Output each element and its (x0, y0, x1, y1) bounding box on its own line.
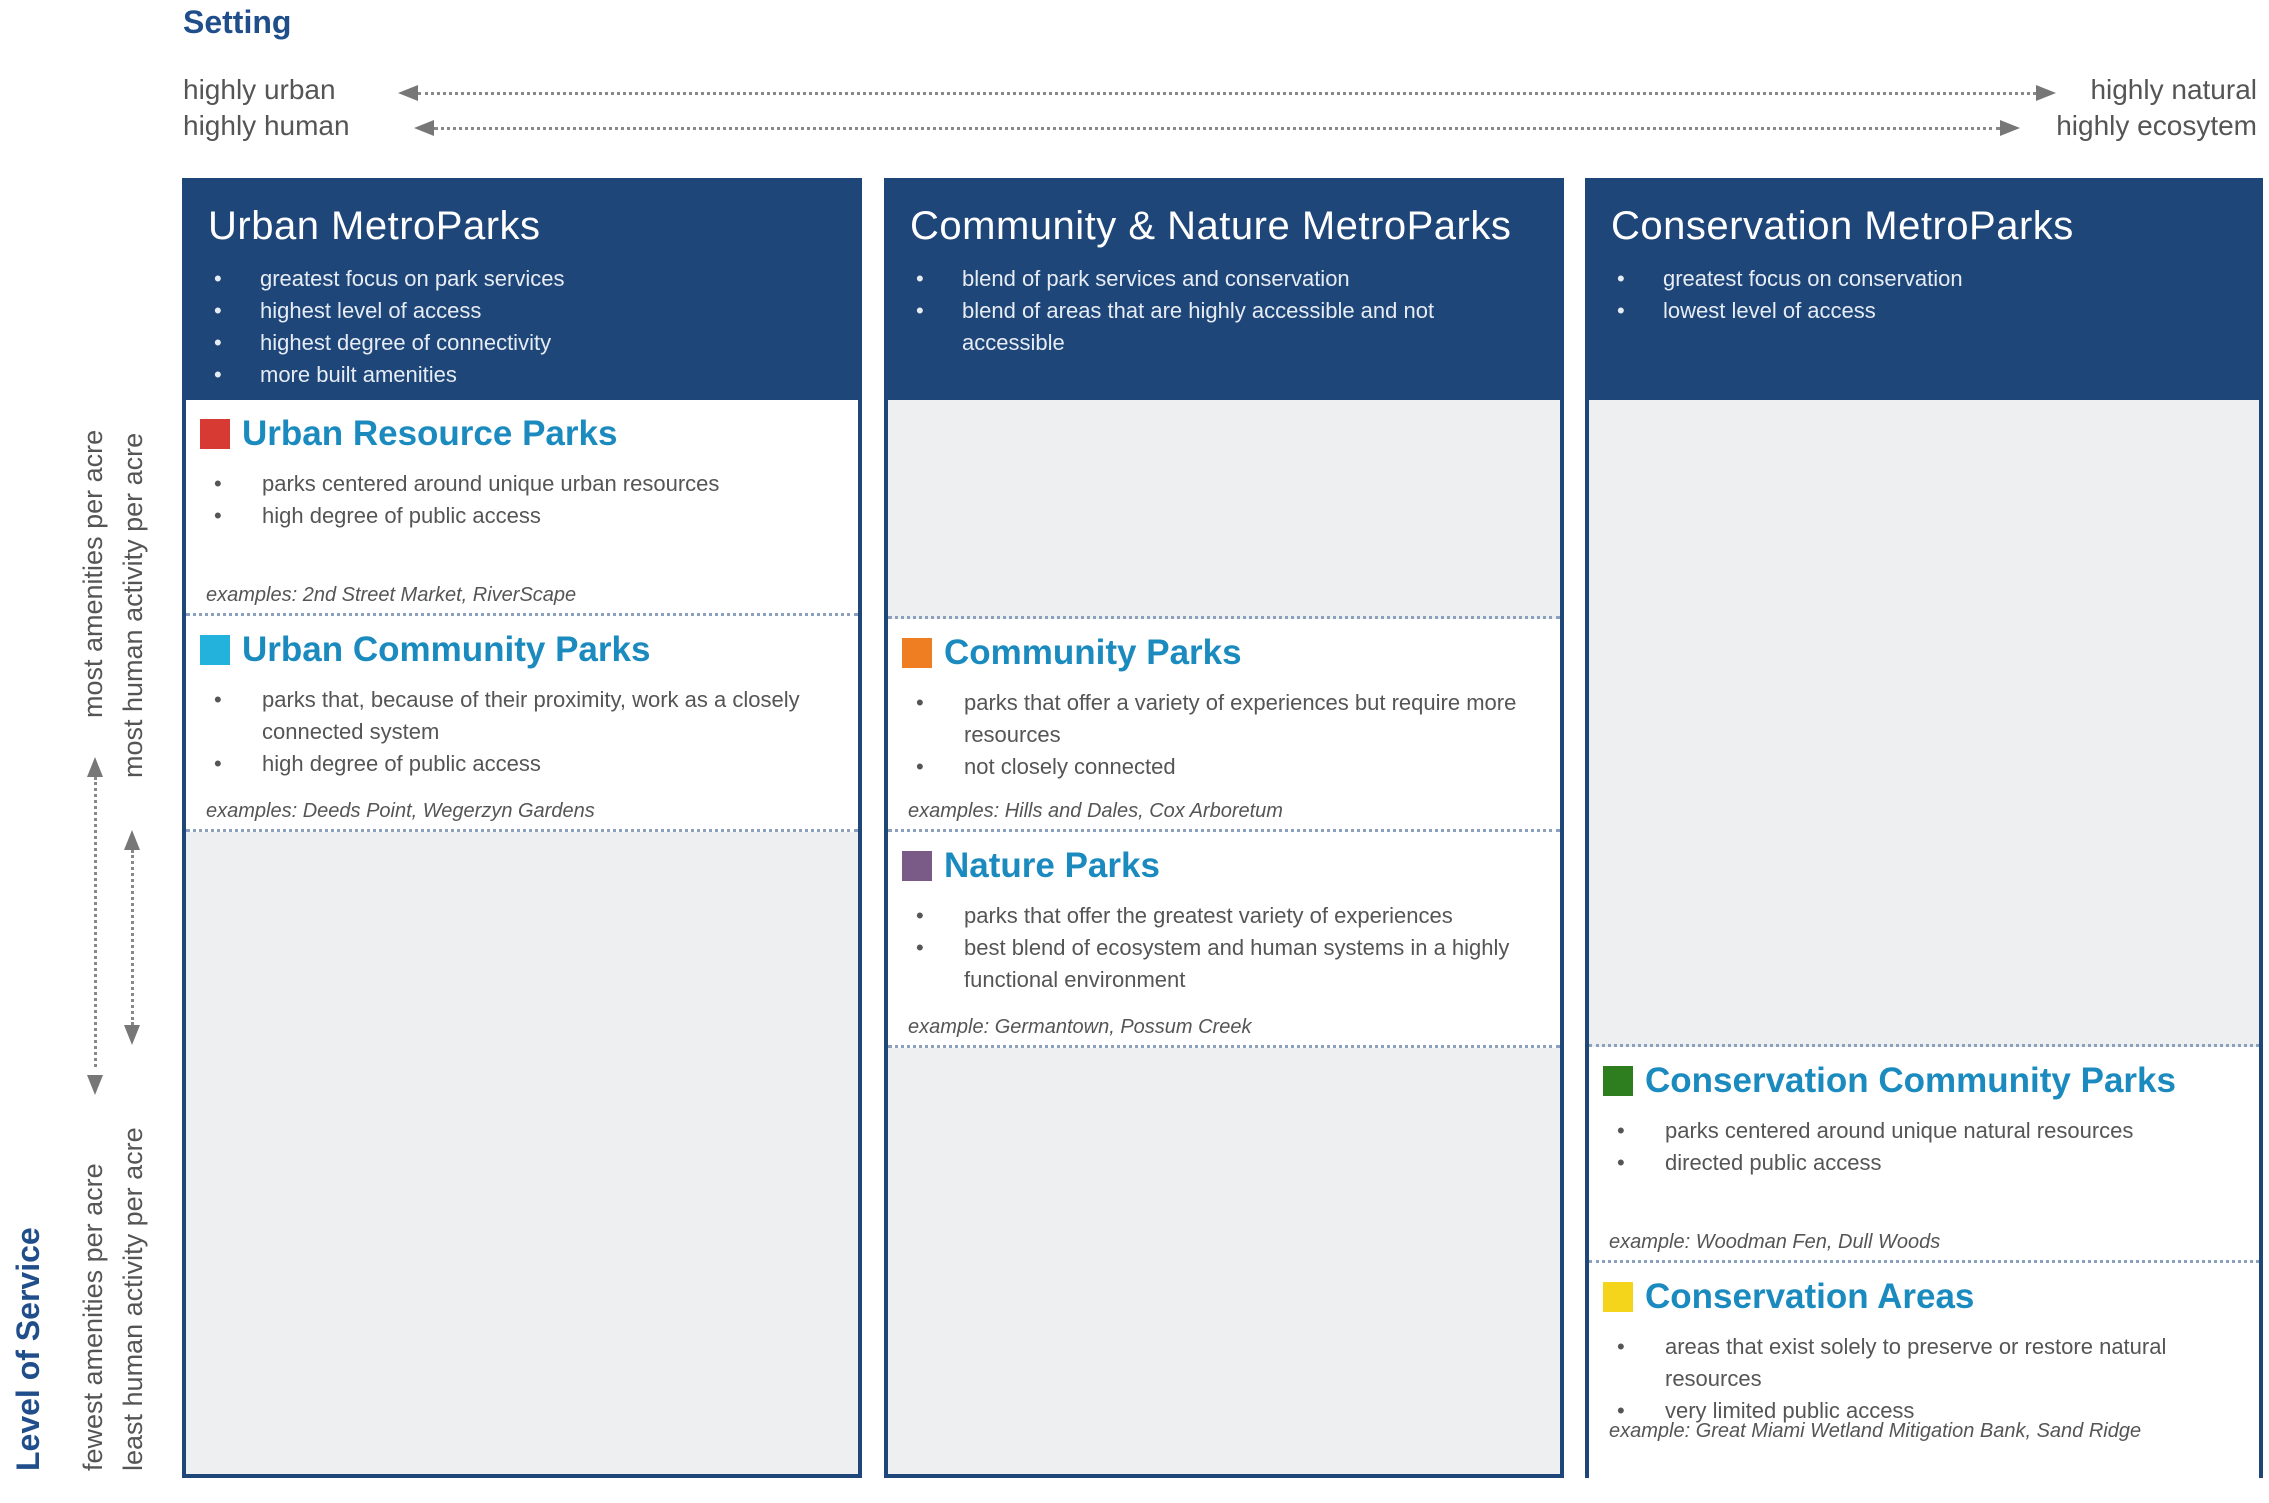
empty-cell (888, 400, 1560, 616)
card-urban-resource-parks: Urban Resource Parks parks centered arou… (186, 400, 858, 616)
card-bullet: not closely connected (902, 751, 1536, 783)
column-bullet: lowest level of access (1611, 295, 2259, 327)
card-example: example: Great Miami Wetland Mitigation … (1609, 1420, 2142, 1442)
column-bullets: greatest focus on conservation lowest le… (1611, 263, 2259, 327)
card-example: examples: 2nd Street Market, RiverScape (206, 584, 577, 606)
card-urban-community-parks: Urban Community Parks parks that, becaus… (186, 616, 858, 832)
card-title: Community Parks (944, 633, 1242, 672)
setting-arrow-left-1 (398, 85, 418, 101)
card-bullet: parks that offer a variety of experience… (902, 687, 1536, 751)
card-bullet: parks centered around unique urban resou… (200, 468, 844, 500)
card-title: Conservation Community Parks (1645, 1061, 2176, 1100)
setting-arrow-right-1 (2036, 85, 2056, 101)
card-title: Nature Parks (944, 846, 1160, 885)
card-bullet: areas that exist solely to preserve or r… (1603, 1331, 2205, 1395)
setting-arrow-right-2 (2000, 120, 2020, 136)
setting-left-label-2: highly human (183, 110, 350, 141)
column-community-nature-metroparks: Community & Nature MetroParks blend of p… (884, 178, 1564, 1478)
card-bullet: parks that offer the greatest variety of… (902, 900, 1536, 932)
column-urban-metroparks: Urban MetroParks greatest focus on park … (182, 178, 862, 1478)
card-conservation-areas: Conservation Areas areas that exist sole… (1589, 1263, 2259, 1503)
card-bullets: parks centered around unique natural res… (1603, 1115, 2245, 1179)
card-title: Urban Community Parks (242, 630, 651, 669)
column-bullets: greatest focus on park services highest … (208, 263, 858, 391)
level-arrow-line-1 (94, 777, 97, 1067)
setting-title: Setting (183, 4, 292, 40)
urban-community-swatch (200, 635, 230, 665)
level-arrow-down-2 (124, 1025, 140, 1045)
card-conservation-community-parks: Conservation Community Parks parks cente… (1589, 1047, 2259, 1263)
column-bullet: blend of park services and conservation (910, 263, 1520, 295)
urban-resource-swatch (200, 419, 230, 449)
card-example: examples: Deeds Point, Wegerzyn Gardens (206, 800, 595, 822)
card-example: examples: Hills and Dales, Cox Arboretum (908, 800, 1283, 822)
level-bottom-label-1: fewest amenities per acre (78, 1163, 108, 1471)
column-bullet: greatest focus on conservation (1611, 263, 2259, 295)
setting-arrow-line-1 (418, 92, 2036, 95)
card-bullets: parks centered around unique urban resou… (200, 468, 844, 532)
level-bottom-label-2: least human activity per acre (118, 1127, 148, 1471)
card-bullets: parks that, because of their proximity, … (200, 684, 844, 780)
nature-swatch (902, 851, 932, 881)
level-arrow-up-2 (124, 830, 140, 850)
level-top-label-2: most human activity per acre (118, 432, 148, 778)
setting-arrow-left-2 (414, 120, 434, 136)
column-bullet: blend of areas that are highly accessibl… (910, 295, 1520, 359)
card-nature-parks: Nature Parks parks that offer the greate… (888, 832, 1560, 1048)
card-bullet: best blend of ecosystem and human system… (902, 932, 1536, 996)
level-arrow-up-1 (87, 757, 103, 777)
card-example: example: Germantown, Possum Creek (908, 1016, 1252, 1038)
setting-arrow-line-2 (434, 127, 2000, 130)
setting-right-label-1: highly natural (2090, 74, 2257, 105)
conservation-areas-swatch (1603, 1282, 1633, 1312)
card-bullet: high degree of public access (200, 748, 844, 780)
card-example: example: Woodman Fen, Dull Woods (1609, 1231, 1941, 1253)
card-title: Conservation Areas (1645, 1277, 1975, 1316)
level-of-service-title: Level of Service (10, 1227, 46, 1471)
community-swatch (902, 638, 932, 668)
card-bullets: parks that offer a variety of experience… (902, 687, 1546, 783)
column-bullets: blend of park services and conservation … (910, 263, 1560, 359)
card-bullet: directed public access (1603, 1147, 2245, 1179)
card-community-parks: Community Parks parks that offer a varie… (888, 619, 1560, 832)
card-bullets: parks that offer the greatest variety of… (902, 900, 1546, 996)
column-conservation-metroparks: Conservation MetroParks greatest focus o… (1585, 178, 2263, 1503)
level-top-label-1: most amenities per acre (78, 429, 108, 718)
column-bullet: more built amenities (208, 359, 858, 391)
card-bullets: areas that exist solely to preserve or r… (1603, 1331, 2245, 1427)
column-bullet: highest level of access (208, 295, 858, 327)
level-arrow-down-1 (87, 1075, 103, 1095)
column-header: Conservation MetroParks greatest focus o… (1589, 182, 2259, 400)
card-bullet: high degree of public access (200, 500, 844, 532)
card-title: Urban Resource Parks (242, 414, 618, 453)
column-bullet: greatest focus on park services (208, 263, 858, 295)
column-bullet: highest degree of connectivity (208, 327, 858, 359)
card-bullet: parks centered around unique natural res… (1603, 1115, 2245, 1147)
column-title: Conservation MetroParks (1611, 204, 2074, 248)
level-arrow-line-2 (131, 850, 134, 1025)
conservation-community-swatch (1603, 1066, 1633, 1096)
column-header: Community & Nature MetroParks blend of p… (888, 182, 1560, 400)
column-title: Community & Nature MetroParks (910, 204, 1512, 248)
column-title: Urban MetroParks (208, 204, 541, 248)
column-header: Urban MetroParks greatest focus on park … (186, 182, 858, 400)
setting-right-label-2: highly ecosytem (2056, 110, 2257, 141)
setting-left-label-1: highly urban (183, 74, 336, 105)
empty-cell (1589, 400, 2259, 1047)
card-bullet: parks that, because of their proximity, … (200, 684, 844, 748)
